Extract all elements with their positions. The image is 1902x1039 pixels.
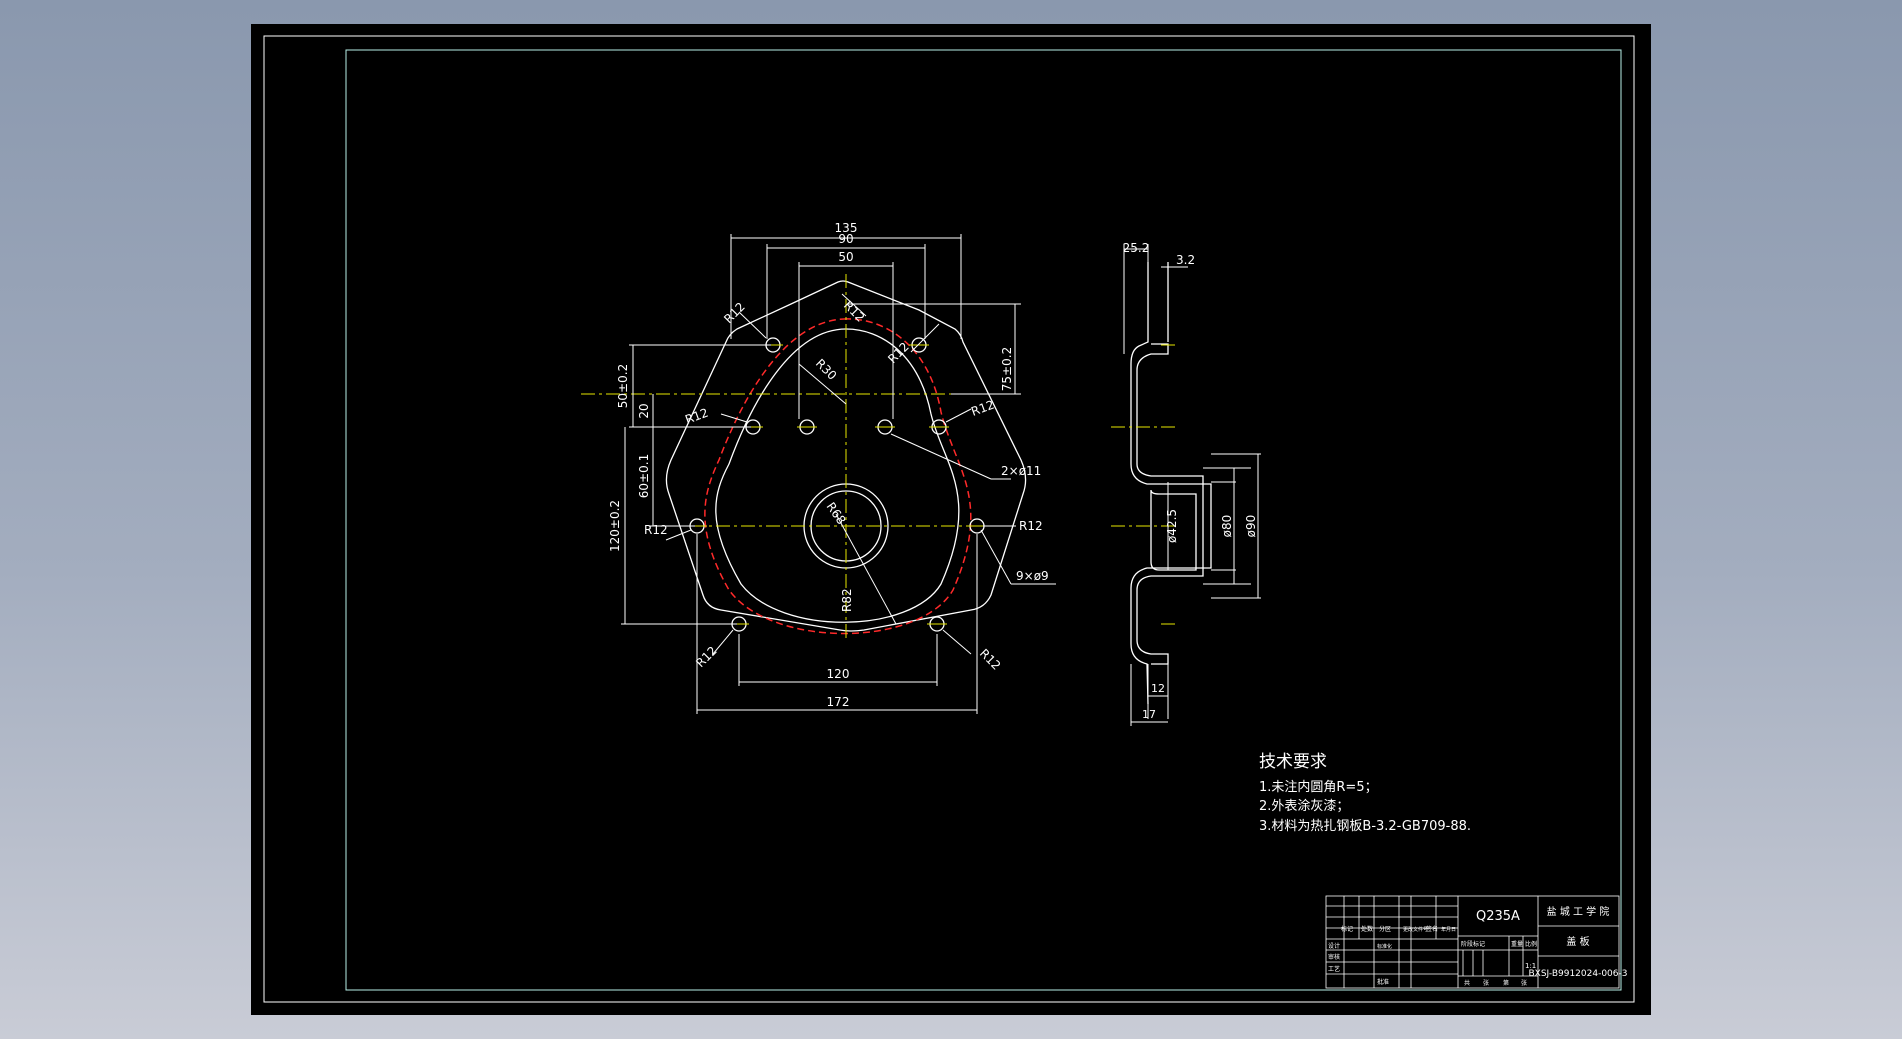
tb-label-gengai: 更改文件号	[1403, 926, 1428, 933]
tb-label-bili: 比例	[1525, 940, 1537, 948]
radius-bottom-right: R12	[977, 646, 1004, 673]
note-3: 3.材料为热扎钢板B-3.2-GB709-88.	[1259, 819, 1471, 834]
dim-50-tol: 50±0.2	[616, 364, 630, 408]
radius-r68: R68	[824, 500, 849, 527]
side-dim-90: ø90	[1244, 515, 1258, 538]
tb-label-di: 第	[1503, 979, 1509, 987]
side-dim-25-2: 25.2	[1123, 241, 1150, 255]
tb-label-chushu: 处数	[1361, 925, 1373, 933]
hidden-contour	[704, 318, 972, 635]
tb-label-zhang2: 张	[1521, 979, 1527, 987]
tb-material: Q235A	[1476, 909, 1520, 924]
dim-90: 90	[838, 232, 853, 246]
side-dim-3-2: 3.2	[1176, 253, 1195, 267]
tb-label-biaoji: 标记	[1341, 925, 1353, 933]
dim-60-tol: 60±0.1	[637, 454, 651, 498]
note-2: 2.外表涂灰漆；	[1259, 798, 1349, 814]
tb-label-jieduan: 阶段标记	[1461, 940, 1485, 948]
tb-label-gongyi: 工艺	[1328, 965, 1340, 973]
radius-top-left: R12	[721, 300, 748, 327]
tb-label-nianyueri: 年月日	[1441, 926, 1456, 933]
dim-20: 20	[637, 403, 651, 418]
tb-label-qianming: 签名	[1426, 925, 1438, 933]
tb-label-sheji: 设计	[1328, 942, 1340, 950]
dim-50: 50	[838, 250, 853, 264]
side-dim-17: 17	[1142, 708, 1156, 721]
dim-120: 120	[827, 667, 850, 681]
outer-frame	[263, 35, 1635, 1003]
side-view: 25.2 3.2 ø42.5 ø80 ø90 12 17	[1111, 241, 1261, 726]
inner-border	[345, 49, 1622, 991]
tb-label-zhang1: 张	[1483, 979, 1489, 987]
tb-school: 盐 城 工 学 院	[1547, 905, 1610, 918]
side-profile-outer	[1130, 262, 1212, 705]
tb-label-shenhe: 审核	[1328, 953, 1340, 961]
radius-mid-right: R12	[969, 398, 996, 419]
radius-top-center: R12	[841, 298, 868, 325]
drawing-canvas: 135 90 50 120 172 50±0.2 20 60±0.1 120±0…	[263, 35, 1635, 1003]
technical-requirements: 技术要求 1.未注内圆角R=5； 2.外表涂灰漆； 3.材料为热扎钢板B-3.2…	[1259, 752, 1471, 834]
tb-label-gong: 共	[1464, 979, 1470, 987]
dim-172: 172	[827, 695, 850, 709]
note-1: 1.未注内圆角R=5；	[1259, 779, 1378, 795]
tb-drawing-number: BXSJ-B9912024-006-3	[1529, 969, 1628, 979]
cad-drawing-sheet: 135 90 50 120 172 50±0.2 20 60±0.1 120±0…	[251, 24, 1651, 1015]
radius-mid-left: R12	[683, 406, 710, 427]
radius-r82: R82	[840, 588, 854, 612]
side-dim-12: 12	[1151, 682, 1165, 695]
dim-75-tol: 75±0.2	[1000, 347, 1014, 391]
title-block: 标记 处数 分区 更改文件号 签名 年月日 设计 标准化 审核 工艺 批准 阶段…	[1325, 895, 1628, 989]
notes-title: 技术要求	[1259, 752, 1327, 772]
side-profile-inner	[1136, 343, 1204, 665]
dim-120-tol: 120±0.2	[608, 500, 622, 552]
callout-2x11: 2×ø11	[1001, 464, 1041, 478]
radius-side-left: R12	[644, 523, 668, 537]
side-dimension-lines	[1123, 244, 1261, 726]
side-dim-42-5: ø42.5	[1165, 509, 1179, 543]
tb-label-pizhun: 批准	[1377, 978, 1389, 986]
callout-9x9: 9×ø9	[1016, 569, 1049, 583]
tb-label-zhongliang: 重量	[1511, 940, 1523, 948]
tb-label-biaozhunhua: 标准化	[1377, 943, 1392, 950]
tb-part-name: 盖 板	[1566, 935, 1589, 948]
side-dim-80: ø80	[1220, 515, 1234, 538]
front-view: 135 90 50 120 172 50±0.2 20 60±0.1 120±0…	[581, 221, 1056, 714]
radius-side-right: R12	[1019, 519, 1043, 533]
tb-label-fenqu: 分区	[1379, 925, 1391, 933]
